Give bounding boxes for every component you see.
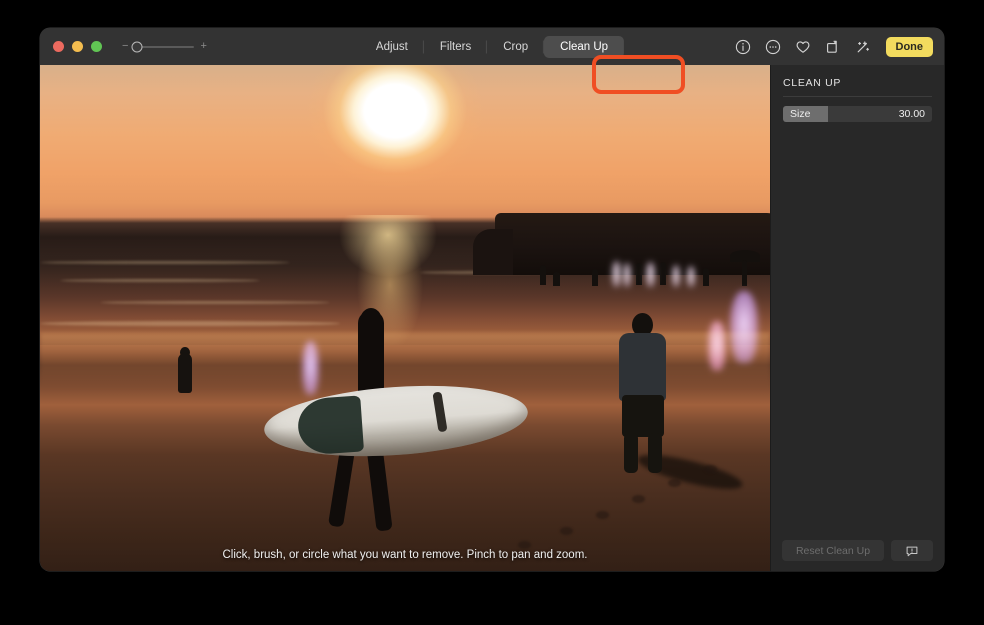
cleanup-highlight[interactable] xyxy=(672,265,680,287)
tab-clean-up[interactable]: Clean Up xyxy=(544,35,625,58)
zoom-slider-knob[interactable] xyxy=(131,41,143,52)
man-leg xyxy=(624,433,638,473)
footprint xyxy=(632,495,645,503)
man-leg xyxy=(648,433,662,473)
info-icon[interactable] xyxy=(735,38,752,55)
titlebar-actions: Done xyxy=(735,28,933,65)
footprint xyxy=(518,541,531,549)
feedback-bubble-icon[interactable] xyxy=(891,540,933,561)
zoom-in-icon[interactable]: + xyxy=(200,41,206,52)
rock-pier xyxy=(473,213,770,275)
photos-editor-window: − + Adjust Filters Crop Clean Up Done Cl… xyxy=(40,28,944,571)
tab-filters[interactable]: Filters xyxy=(424,36,487,58)
cleanup-sidebar: CLEAN UP Size 30.00 Reset Clean Up xyxy=(770,65,944,571)
size-slider-value: 30.00 xyxy=(898,108,925,120)
cleanup-highlight[interactable] xyxy=(646,262,655,287)
pier-person-silhouette xyxy=(540,265,546,285)
cleanup-highlight[interactable] xyxy=(730,291,758,363)
wader-silhouette xyxy=(178,353,192,393)
cleanup-highlight[interactable] xyxy=(612,261,621,287)
wave-line xyxy=(100,301,330,304)
favorite-heart-icon[interactable] xyxy=(795,38,812,55)
pier-person-silhouette xyxy=(703,268,709,286)
zoom-out-icon[interactable]: − xyxy=(122,41,128,52)
footprint xyxy=(668,479,681,487)
surfboard-tip xyxy=(296,395,365,456)
pier-post-silhouette xyxy=(742,260,747,286)
footprint xyxy=(704,465,717,473)
tab-adjust[interactable]: Adjust xyxy=(360,36,424,58)
wave-line xyxy=(40,261,290,264)
man-shorts xyxy=(622,395,664,437)
surfboard-strap xyxy=(432,391,448,433)
cleanup-highlight[interactable] xyxy=(708,321,726,371)
zoom-slider[interactable]: − + xyxy=(122,41,207,52)
sidebar-divider xyxy=(783,96,932,97)
zoom-slider-track[interactable] xyxy=(131,41,195,52)
pier-person-silhouette xyxy=(553,272,560,286)
pier-person-silhouette xyxy=(660,262,666,285)
done-button[interactable]: Done xyxy=(885,36,933,57)
footprint xyxy=(596,511,609,519)
footprint xyxy=(560,527,573,535)
wave-line xyxy=(60,279,260,282)
rotate-icon[interactable] xyxy=(825,38,842,55)
size-slider-label: Size xyxy=(790,108,811,120)
photo-image[interactable]: Click, brush, or circle what you want to… xyxy=(40,65,770,571)
photo-canvas[interactable]: Click, brush, or circle what you want to… xyxy=(40,65,770,571)
surfboard xyxy=(261,377,531,465)
minimize-window-button[interactable] xyxy=(72,41,83,52)
editor-mode-tabs: Adjust Filters Crop Clean Up xyxy=(360,28,625,65)
window-titlebar: − + Adjust Filters Crop Clean Up Done xyxy=(40,28,944,65)
cleanup-hint-text: Click, brush, or circle what you want to… xyxy=(222,549,588,561)
sidebar-footer: Reset Clean Up xyxy=(771,540,944,561)
auto-enhance-icon[interactable] xyxy=(855,38,872,55)
reset-clean-up-button[interactable]: Reset Clean Up xyxy=(782,540,884,561)
markup-icon[interactable] xyxy=(765,38,782,55)
sidebar-section-title: CLEAN UP xyxy=(783,77,842,89)
pier-person-silhouette xyxy=(636,263,642,285)
pier-person-silhouette xyxy=(592,269,598,286)
size-slider[interactable]: Size 30.00 xyxy=(783,106,932,122)
wave-line xyxy=(40,321,340,326)
cleanup-highlight[interactable] xyxy=(302,341,319,395)
maximize-window-button[interactable] xyxy=(91,41,102,52)
man-torso xyxy=(619,333,666,401)
cleanup-highlight[interactable] xyxy=(623,263,631,287)
traffic-lights xyxy=(53,41,102,52)
tab-crop[interactable]: Crop xyxy=(487,36,544,58)
cleanup-highlight[interactable] xyxy=(687,266,695,287)
close-window-button[interactable] xyxy=(53,41,64,52)
